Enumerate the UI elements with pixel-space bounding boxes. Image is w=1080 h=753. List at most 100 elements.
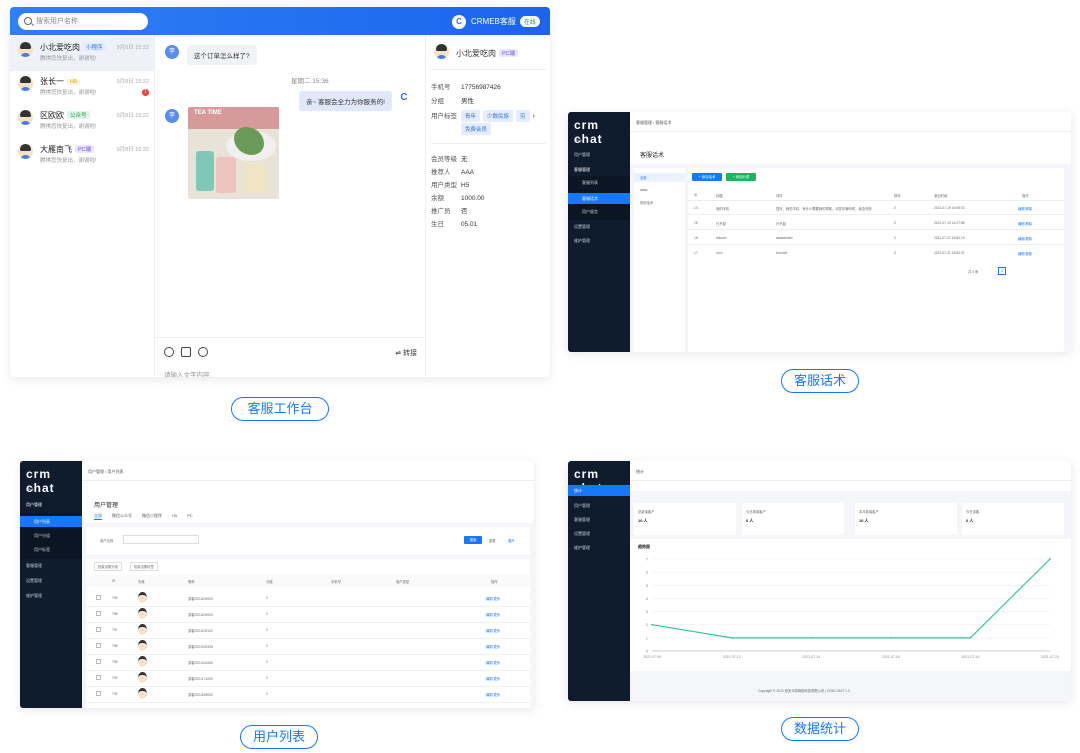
emoji-icon[interactable] bbox=[164, 347, 174, 357]
row-checkbox[interactable] bbox=[96, 659, 101, 664]
batch-group-button[interactable]: 批量设置分组 bbox=[94, 562, 122, 571]
column-header: 标题 bbox=[716, 194, 723, 198]
sidebar-item-settings[interactable]: 设置管理 bbox=[574, 224, 590, 230]
sidebar-subitem-active[interactable]: 客服话术 bbox=[568, 193, 630, 204]
sidebar-item-service[interactable]: 客服管理 bbox=[574, 167, 590, 173]
conversation-time: 9月8日 15:22 bbox=[116, 113, 149, 119]
group-item[interactable]: 常用话术 bbox=[640, 200, 653, 205]
tab-mini-program[interactable]: 微信小程序 bbox=[142, 513, 162, 520]
conversation-item[interactable]: 小北爱吃肉 小程序 腾祺您快复出，谢谢啦! 9月8日 15:22 bbox=[10, 37, 155, 71]
row-actions[interactable]: 编辑 更多 bbox=[486, 644, 500, 649]
sidebar-item-stats[interactable]: 统计 bbox=[568, 485, 630, 496]
cell: 2021-07-21 15:50:37 bbox=[934, 251, 965, 255]
cell: 行不起 bbox=[776, 222, 786, 226]
data-point[interactable] bbox=[889, 636, 892, 639]
row-actions[interactable]: 编辑 删除 bbox=[1018, 221, 1032, 226]
sidebar-item-maintenance[interactable]: 维护管理 bbox=[574, 545, 590, 551]
data-point[interactable] bbox=[1049, 558, 1051, 560]
sidebar-item-maintenance[interactable]: 维护管理 bbox=[26, 593, 42, 599]
search-input[interactable]: 搜索用户名称 bbox=[18, 13, 148, 30]
quick-reply-icon[interactable] bbox=[198, 347, 208, 357]
image-icon[interactable] bbox=[181, 347, 191, 357]
sidebar-subitem[interactable]: 用户标签 bbox=[34, 547, 50, 553]
sidebar-item-service[interactable]: 客服管理 bbox=[574, 517, 590, 523]
add-category-button[interactable]: + 添加分类 bbox=[726, 173, 756, 181]
sidebar-item-users[interactable]: 用户管理 bbox=[574, 152, 590, 158]
chevron-right-icon[interactable]: › bbox=[533, 113, 535, 120]
caption-statistics: 数据统计 bbox=[781, 717, 859, 741]
cell-group: 0 bbox=[266, 628, 268, 632]
page-button[interactable]: 1 bbox=[998, 267, 1006, 275]
stat-label: 今日新增客户 bbox=[746, 510, 766, 514]
breadcrumb: 客服管理 / 客服话术 bbox=[636, 120, 672, 125]
image-caption: TEA TIME bbox=[194, 110, 222, 116]
tab-all[interactable]: 全部 bbox=[94, 513, 102, 520]
tab-h5[interactable]: H5 bbox=[172, 513, 177, 520]
row-checkbox[interactable] bbox=[96, 643, 101, 648]
user-table: 批量设置分组 批量设置标签 ID 头像 昵称 分组 手机号 用户类型 操作 79… bbox=[86, 559, 530, 708]
sidebar: crm chat 统计 用户管理 客服管理 设置管理 维护管理 bbox=[568, 461, 630, 701]
column-header: 用户类型 bbox=[396, 580, 410, 584]
sidebar-item-maintenance[interactable]: 维护管理 bbox=[574, 238, 590, 244]
group-item[interactable]: aaaa bbox=[640, 188, 647, 192]
conversation-item[interactable]: 区欧欧 公众号 腾祺您快复出，谢谢啦! 9月8日 15:22 bbox=[10, 105, 155, 139]
user-tag: 免费会员 bbox=[461, 123, 492, 135]
message-input[interactable]: 请输入文字内容 bbox=[164, 369, 210, 377]
row-actions[interactable]: 编辑 删除 bbox=[1018, 251, 1032, 256]
sidebar-item-stats[interactable]: 统计 bbox=[26, 487, 34, 493]
breadcrumb: 统计 bbox=[636, 469, 644, 474]
page-title: 用户管理 bbox=[94, 503, 119, 509]
row-checkbox[interactable] bbox=[96, 627, 101, 632]
row-actions[interactable]: 编辑 更多 bbox=[486, 628, 500, 633]
search-button[interactable]: 搜索 bbox=[464, 536, 482, 544]
message-image[interactable]: TEA TIME bbox=[188, 107, 279, 199]
data-point[interactable] bbox=[730, 636, 733, 639]
expand-button[interactable]: 展开 bbox=[508, 538, 515, 543]
sidebar-subitem-active[interactable]: 用户列表 bbox=[20, 516, 82, 527]
data-point[interactable] bbox=[810, 636, 813, 639]
sidebar-item-stats[interactable]: 统计 bbox=[574, 138, 582, 144]
add-template-button[interactable]: + 添加话术 bbox=[692, 173, 722, 181]
sidebar-item-settings[interactable]: 设置管理 bbox=[26, 578, 42, 584]
online-status-badge[interactable]: 在线 bbox=[519, 16, 540, 27]
caption-user-list: 用户列表 bbox=[240, 725, 318, 749]
sidebar-item-service[interactable]: 客服管理 bbox=[26, 563, 42, 569]
sidebar-subitem[interactable]: 用户留言 bbox=[582, 209, 598, 215]
group-item-active[interactable]: 全部 bbox=[634, 173, 685, 182]
conversation-item[interactable]: 张长一 H5 腾祺您快复出，谢谢啦! 9月8日 15:22 1 bbox=[10, 71, 155, 105]
row-checkbox[interactable] bbox=[96, 675, 101, 680]
row-actions[interactable]: 编辑 更多 bbox=[486, 660, 500, 665]
sidebar-item-users[interactable]: 用户管理 bbox=[26, 502, 42, 508]
row-actions[interactable]: 编辑 更多 bbox=[486, 612, 500, 617]
data-point[interactable] bbox=[651, 623, 653, 626]
cell: 16 bbox=[694, 236, 698, 240]
sidebar-subitem[interactable]: 客服列表 bbox=[582, 180, 598, 186]
field-value: 17756987426 bbox=[461, 84, 501, 91]
conversation-time: 9月8日 15:22 bbox=[116, 79, 149, 85]
row-actions[interactable]: 编辑 更多 bbox=[486, 692, 500, 697]
search-input[interactable] bbox=[123, 535, 199, 544]
row-checkbox[interactable] bbox=[96, 691, 101, 696]
row-actions[interactable]: 编辑 删除 bbox=[1018, 206, 1032, 211]
row-checkbox[interactable] bbox=[96, 595, 101, 600]
sidebar-item-settings[interactable]: 设置管理 bbox=[574, 531, 590, 537]
field-value: 否 bbox=[461, 208, 468, 215]
reset-button[interactable]: 重置 bbox=[489, 538, 496, 543]
crmeb-logo-icon: C bbox=[452, 14, 466, 29]
column-header: 头像 bbox=[138, 580, 145, 584]
tab-pc[interactable]: PC bbox=[187, 513, 193, 520]
customer-avatar: 李 bbox=[165, 109, 179, 123]
row-actions[interactable]: 编辑 更多 bbox=[486, 676, 500, 681]
data-point[interactable] bbox=[969, 636, 972, 639]
cell-id: 797 bbox=[112, 628, 118, 632]
transfer-button[interactable]: ⇌ 转接 bbox=[395, 348, 417, 358]
sidebar-item-users[interactable]: 用户管理 bbox=[574, 503, 590, 509]
row-actions[interactable]: 编辑 删除 bbox=[1018, 236, 1032, 241]
tab-wechat-official[interactable]: 微信公众号 bbox=[112, 513, 132, 520]
row-checkbox[interactable] bbox=[96, 611, 101, 616]
cell-id: 799 bbox=[112, 596, 118, 600]
batch-tag-button[interactable]: 批量设置标签 bbox=[130, 562, 158, 571]
row-actions[interactable]: 编辑 更多 bbox=[486, 596, 500, 601]
sidebar-subitem[interactable]: 用户分组 bbox=[34, 533, 50, 539]
conversation-item[interactable]: 大雁南飞 PC端 腾祺您快复出，谢谢啦! 9月8日 15:22 bbox=[10, 139, 155, 173]
